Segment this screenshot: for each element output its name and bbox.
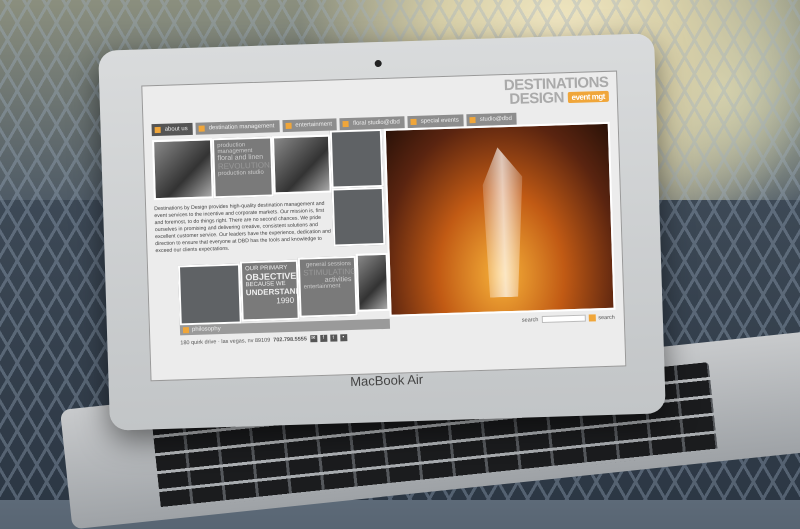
camera-icon — [374, 59, 382, 68]
blank-tile[interactable] — [331, 186, 386, 247]
laptop-lid: DESTINATIONS DESIGN event mgt about us d… — [98, 33, 666, 431]
footer-phone: 702.798.5555 — [273, 335, 307, 343]
tile-text: entertainment — [303, 283, 341, 291]
search-input[interactable] — [541, 314, 586, 324]
footer: 180 quirk drive · las vegas, nv 89109 70… — [180, 334, 347, 346]
blank-tile[interactable] — [329, 128, 384, 189]
search-area: search search — [522, 314, 615, 324]
tile-text: 1990 — [276, 295, 295, 306]
email-icon[interactable]: ✉ — [309, 335, 317, 343]
share-icon[interactable]: ▪ — [339, 334, 347, 342]
logo-line2: DESIGN — [509, 89, 565, 108]
nav-destination-management[interactable]: destination management — [195, 120, 280, 135]
footer-address: 180 quirk drive · las vegas, nv 89109 — [180, 337, 271, 346]
hero-event-photo — [383, 121, 616, 317]
twitter-icon[interactable]: t — [329, 334, 337, 342]
nav-about-us[interactable]: about us — [151, 122, 193, 137]
tile-text: production studio — [218, 169, 264, 178]
search-label: search — [521, 316, 539, 324]
tile-production[interactable]: production management floral and linen R… — [211, 136, 274, 199]
tile-objective[interactable]: OUR PRIMARY OBJECTIVE BECAUSE WE UNDERST… — [239, 259, 300, 322]
photo-tile[interactable] — [355, 252, 390, 312]
search-button-label[interactable]: search — [598, 314, 615, 321]
photo-tile[interactable] — [271, 134, 332, 195]
blank-tile[interactable] — [177, 263, 242, 326]
tile-stimulating[interactable]: general sessions STIMULATING activities … — [297, 255, 358, 318]
website-screen: DESTINATIONS DESIGN event mgt about us d… — [141, 70, 627, 382]
photo-tile[interactable] — [152, 138, 214, 201]
site-logo[interactable]: DESTINATIONS DESIGN event mgt — [504, 74, 610, 108]
facebook-icon[interactable]: f — [319, 334, 327, 343]
search-button[interactable] — [588, 314, 596, 322]
logo-tag: event mgt — [567, 90, 610, 104]
